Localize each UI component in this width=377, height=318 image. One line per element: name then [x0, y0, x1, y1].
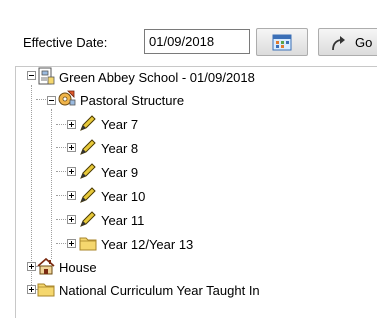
collapse-icon[interactable]: [47, 96, 56, 105]
tree-line: [56, 124, 66, 125]
tree-line: [36, 99, 46, 100]
calendar-icon: [272, 34, 292, 51]
tree-node-label: Green Abbey School - 01/09/2018: [59, 70, 255, 85]
pencil-icon: [80, 163, 96, 179]
tree-line: [56, 243, 66, 244]
tree-node-label: Year 10: [101, 189, 146, 204]
tree-node-label: House: [59, 260, 97, 275]
folder-icon: [79, 237, 97, 251]
tree-node-label: Year 9: [101, 165, 139, 180]
expand-icon[interactable]: [67, 239, 76, 248]
pencil-icon: [80, 211, 96, 227]
pencil-icon: [80, 115, 96, 131]
effective-date-label: Effective Date:: [23, 35, 108, 50]
calendar-button[interactable]: [256, 28, 308, 56]
tree-line: [51, 109, 52, 259]
pencil-icon: [80, 187, 96, 203]
expand-icon[interactable]: [27, 262, 36, 271]
school-icon: [38, 67, 55, 85]
pencil-icon: [80, 139, 96, 155]
expand-icon[interactable]: [67, 191, 76, 200]
effective-date-input[interactable]: [144, 29, 250, 54]
go-label: Go: [355, 35, 373, 50]
tree-node-label: Year 11: [101, 213, 145, 228]
tree-node-label: Year 7: [101, 117, 139, 132]
folder-icon: [37, 283, 55, 297]
expand-icon[interactable]: [67, 120, 76, 129]
expand-icon[interactable]: [67, 215, 76, 224]
house-icon: [37, 257, 55, 275]
tree-line: [31, 85, 32, 291]
expand-icon[interactable]: [67, 167, 76, 176]
tree-line: [56, 147, 66, 148]
tree-node-label: Pastoral Structure: [80, 93, 185, 108]
go-arrow-icon: [332, 36, 345, 51]
go-button[interactable]: Go: [318, 28, 377, 56]
tree-line: [56, 171, 66, 172]
structure-tree[interactable]: Green Abbey School - 01/09/2018 Pastoral…: [15, 66, 377, 318]
tree-node-label: Year 8: [101, 141, 139, 156]
expand-icon[interactable]: [67, 143, 76, 152]
expand-icon[interactable]: [27, 285, 36, 294]
tree-node-label: Year 12/Year 13: [101, 237, 194, 252]
tree-line: [56, 195, 66, 196]
collapse-icon[interactable]: [27, 71, 36, 80]
tree-node-label: National Curriculum Year Taught In: [59, 283, 260, 298]
toolbar: Effective Date: Go: [0, 0, 377, 60]
pastoral-structure-icon: [58, 90, 76, 106]
tree-line: [56, 219, 66, 220]
